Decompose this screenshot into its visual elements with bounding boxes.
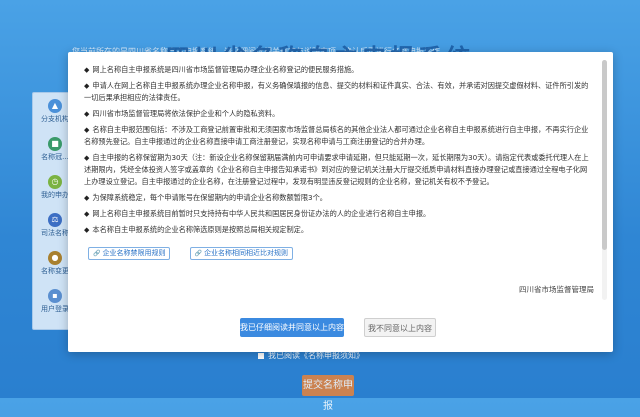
link-prohibited-names-rules[interactable]: 🔗 企业名称禁限用规则 bbox=[88, 247, 171, 260]
agree-button[interactable]: 我已仔细阅读并同意以上内容 bbox=[240, 318, 344, 337]
branch-icon: ▲ bbox=[48, 99, 62, 113]
notice-paragraph: ◆ 申请人在网上名称自主申报系统办理企业名称申报，有义务确保填报的信息、提交的材料… bbox=[84, 81, 589, 102]
diamond-bullet-icon: ◆ bbox=[84, 126, 90, 134]
submit-application-button[interactable]: 提交名称申报 bbox=[302, 375, 354, 412]
notice-paragraph: ◆ 为保障系统稳定，每个申请账号在保留期内的申请企业名称数额暂限3个。 bbox=[84, 193, 327, 202]
diamond-bullet-icon: ◆ bbox=[84, 154, 90, 162]
user-icon: ▪ bbox=[48, 289, 62, 303]
change-icon: ● bbox=[48, 251, 62, 265]
notice-paragraph: ◆ 四川省市场监督管理局将依法保护企业和个人的隐私资料。 bbox=[84, 109, 280, 118]
notice-scrollbar[interactable] bbox=[602, 60, 607, 300]
disagree-button[interactable]: 我不同意以上内容 bbox=[364, 318, 436, 337]
clock-icon: ◷ bbox=[48, 175, 62, 189]
diamond-bullet-icon: ◆ bbox=[84, 66, 90, 74]
issuer-signature: 四川省市场监督管理局 bbox=[519, 285, 594, 294]
diamond-bullet-icon: ◆ bbox=[84, 210, 90, 218]
scrollbar-thumb[interactable] bbox=[602, 60, 607, 250]
notice-paragraph: ◆ 名称自主申报范围包括：不涉及工商登记前置审批和无须国家市场监督总局核名的其他企… bbox=[84, 125, 589, 146]
notice-modal: ◆ 网上名称自主申报系统是四川省市场监督管理局办理企业名称登记的便民服务措施。 ◆… bbox=[68, 52, 613, 352]
rule-links: 🔗 企业名称禁限用规则 🔗 企业名称相同相近比对规则 bbox=[88, 240, 594, 260]
diamond-bullet-icon: ◆ bbox=[84, 194, 90, 202]
diamond-bullet-icon: ◆ bbox=[84, 82, 90, 90]
diamond-bullet-icon: ◆ bbox=[84, 226, 90, 234]
notice-content[interactable]: ◆ 网上名称自主申报系统是四川省市场监督管理局办理企业名称登记的便民服务措施。 ◆… bbox=[84, 64, 594, 296]
checkbox-icon[interactable] bbox=[258, 352, 264, 359]
link-icon: 🔗 bbox=[93, 250, 101, 257]
diamond-bullet-icon: ◆ bbox=[84, 110, 90, 118]
notice-paragraph: ◆ 网上名称自主申报系统目前暂时只支持持有中华人民共和国居民身份证办法的人的企业进… bbox=[84, 209, 431, 218]
notice-paragraph: ◆ 自主申报的名称保留期为30天（注：新设企业名称保留期届满前内可申请要求申请延期… bbox=[84, 153, 589, 186]
crown-icon: ■ bbox=[48, 137, 62, 151]
notice-paragraph: ◆ 本名称自主申报系统的企业名称筛选原则是按照总局相关规定制定。 bbox=[84, 225, 309, 234]
checkbox-label: 我已阅读《名称申报须知》 bbox=[268, 351, 364, 360]
link-similar-names-rules[interactable]: 🔗 企业名称相同相近比对规则 bbox=[189, 247, 294, 260]
link-icon: 🔗 bbox=[194, 250, 203, 257]
law-icon: ⚖ bbox=[48, 213, 62, 227]
notice-paragraph: ◆ 网上名称自主申报系统是四川省市场监督管理局办理企业名称登记的便民服务措施。 bbox=[84, 65, 359, 74]
